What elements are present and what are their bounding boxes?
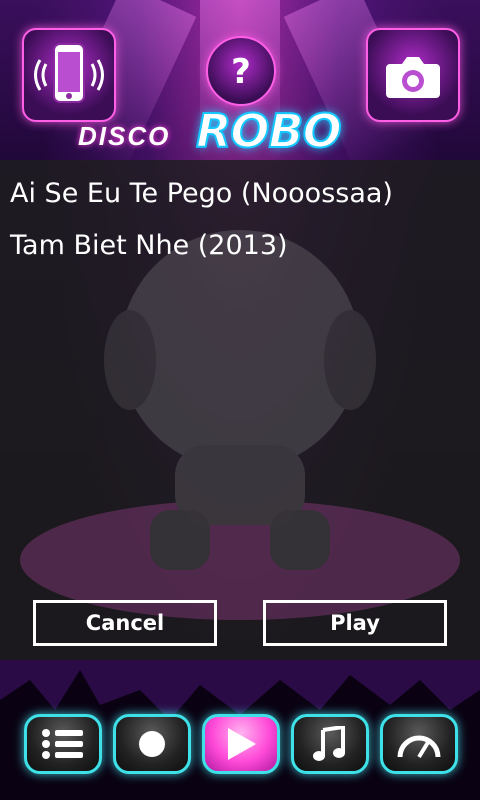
song-list-item[interactable]: Tam Biet Nhe (2013): [10, 230, 288, 261]
song-selection-overlay: Ai Se Eu Te Pego (Nooossaa) Tam Biet Nhe…: [0, 160, 480, 660]
logo-text-small: DISCO: [78, 121, 171, 151]
camera-icon: [386, 57, 440, 98]
play-button[interactable]: Play: [263, 600, 447, 646]
camera-button[interactable]: [366, 28, 460, 122]
play-toolbar-button[interactable]: [202, 714, 280, 774]
cancel-button[interactable]: Cancel: [33, 600, 217, 646]
music-button[interactable]: [291, 714, 369, 774]
playlist-button[interactable]: [24, 714, 102, 774]
svg-text:?: ?: [231, 52, 251, 92]
song-list-item[interactable]: Ai Se Eu Te Pego (Nooossaa): [10, 178, 393, 209]
music-note-icon: [313, 726, 345, 761]
app-logo: DISCO ROBO: [78, 103, 378, 159]
record-button[interactable]: [113, 714, 191, 774]
speedometer-icon: [397, 735, 441, 759]
logo-text-big: ROBO: [195, 103, 343, 159]
play-icon: [228, 728, 256, 760]
speed-button[interactable]: [380, 714, 458, 774]
list-icon: [42, 729, 83, 759]
phone-button[interactable]: [22, 28, 116, 122]
question-mark-icon: ?: [231, 52, 251, 92]
phone-vibrate-icon: [34, 43, 104, 103]
record-icon: [139, 731, 165, 757]
help-button[interactable]: ?: [206, 36, 276, 106]
